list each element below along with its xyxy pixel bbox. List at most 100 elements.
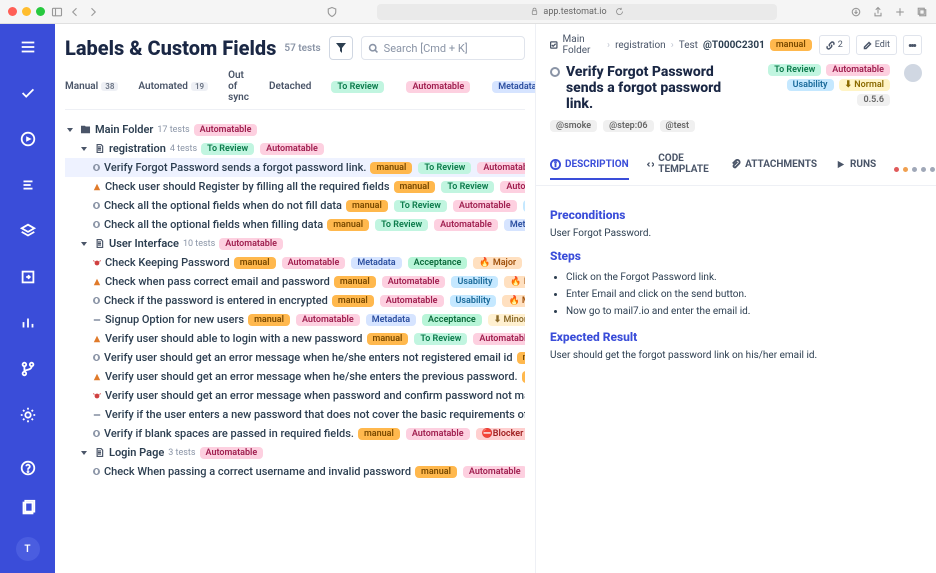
test-row[interactable]: Verify user should get an error message … [65, 367, 525, 386]
tag-pill[interactable]: @test [660, 120, 696, 132]
tag-pill[interactable]: ⬇ Normal [839, 79, 890, 91]
run-dot[interactable] [903, 167, 908, 172]
tree-suite[interactable]: User Interface 10 tests Automatable [65, 234, 525, 253]
test-row[interactable]: Verify Forgot Password sends a forgot pa… [65, 158, 525, 177]
test-row[interactable]: Check Keeping Password manualAutomatable… [65, 253, 525, 272]
tag-pill[interactable]: Automatable [200, 447, 264, 459]
tag-pill[interactable]: Usability [450, 295, 497, 307]
tag-pill[interactable]: Automatable [434, 219, 498, 231]
test-row[interactable]: Check user should Register by filling al… [65, 177, 525, 196]
help-icon[interactable] [17, 457, 39, 479]
tests-icon[interactable] [17, 82, 39, 104]
download-icon[interactable] [850, 6, 862, 18]
caret-icon[interactable] [79, 144, 89, 154]
url-bar[interactable]: app.testomat.io [377, 4, 777, 20]
tag-pill[interactable]: Automatable [826, 64, 890, 76]
tabs-icon[interactable] [916, 6, 928, 18]
tag-pill[interactable]: manual [415, 466, 457, 478]
tag-pill[interactable]: Acceptance [422, 314, 482, 326]
tag-pill[interactable]: manual [370, 162, 412, 174]
window-maximize[interactable] [36, 7, 45, 16]
breadcrumb-item[interactable]: Main Folder [563, 34, 603, 56]
tree-suite[interactable]: registration 4 tests To ReviewAutomatabl… [65, 139, 525, 158]
test-row[interactable]: Verify if blank spaces are passed in req… [65, 424, 525, 443]
assignee-avatar[interactable] [904, 64, 922, 82]
run-dot[interactable] [930, 167, 935, 172]
tag-pill[interactable]: manual [234, 257, 276, 269]
tag-pill[interactable]: Usability [523, 200, 525, 212]
tag-pill[interactable]: To Review [441, 181, 494, 193]
link-count[interactable]: 2 [819, 35, 850, 55]
tag-pill[interactable]: Metadata [351, 257, 401, 269]
sidebar-toggle-icon[interactable] [51, 6, 63, 18]
edit-button[interactable]: Edit [856, 35, 897, 55]
detail-tab-code-template[interactable]: CODE TEMPLATE [647, 153, 712, 185]
tag-pill[interactable]: Acceptance [408, 257, 468, 269]
branch-icon[interactable] [17, 358, 39, 380]
forward-icon[interactable] [87, 6, 99, 18]
tag-pill[interactable]: To Review [418, 162, 471, 174]
tag-pill[interactable]: To Review [414, 333, 467, 345]
test-row[interactable]: Verify user should get an error message … [65, 386, 525, 405]
tag-pill[interactable]: manual [358, 428, 400, 440]
layers-icon[interactable] [17, 220, 39, 242]
tag-pill[interactable]: Automatable [219, 238, 283, 250]
filter-pill[interactable]: To Review [331, 81, 384, 93]
caret-icon[interactable] [79, 448, 89, 458]
tag-pill[interactable]: manual [332, 295, 374, 307]
tag-pill[interactable]: ⛔Blocker [476, 428, 525, 440]
tag-pill[interactable]: @smoke [550, 120, 597, 132]
test-row[interactable]: Verify if the user enters a new password… [65, 405, 525, 424]
tag-pill[interactable]: Automatable [453, 200, 517, 212]
more-button[interactable] [903, 35, 922, 55]
tag-pill[interactable]: To Review [768, 64, 821, 76]
tag-pill[interactable]: ⬇ Minor [488, 314, 525, 326]
run-dot[interactable] [894, 167, 899, 172]
tag-pill[interactable]: Usability [787, 79, 834, 91]
test-row[interactable]: Signup Option for new users manualAutoma… [65, 310, 525, 329]
test-row[interactable]: Verify user should able to login with a … [65, 329, 525, 348]
tag-pill[interactable]: Automatable [477, 162, 525, 174]
test-row[interactable]: Verify user should get an error message … [65, 348, 525, 367]
tag-pill[interactable]: Usability [451, 276, 498, 288]
test-row[interactable]: Check when pass correct email and passwo… [65, 272, 525, 291]
filter-tab[interactable]: Automated19 [138, 81, 208, 92]
filter-pill[interactable]: Metadata [492, 81, 535, 93]
detail-tab-runs[interactable]: RUNS [835, 159, 876, 180]
import-icon[interactable] [17, 266, 39, 288]
tag-pill[interactable]: Metadata [504, 219, 525, 231]
filter-tab[interactable]: Out of sync [228, 70, 249, 103]
filter-tab[interactable]: Detached [269, 81, 311, 92]
list-icon[interactable] [17, 174, 39, 196]
tag-pill[interactable]: manual [517, 352, 525, 364]
tag-pill[interactable]: manual [346, 200, 388, 212]
checkbox-icon[interactable] [550, 40, 558, 50]
run-dot[interactable] [921, 167, 926, 172]
back-icon[interactable] [69, 6, 81, 18]
tag-pill[interactable]: 🔥 Major [504, 276, 525, 288]
tag-pill[interactable]: manual [367, 333, 409, 345]
refresh-icon[interactable] [615, 7, 624, 16]
tag-pill[interactable]: Automatable [406, 428, 470, 440]
runs-icon[interactable] [17, 128, 39, 150]
user-avatar[interactable]: T [16, 537, 40, 561]
share-icon[interactable] [872, 6, 884, 18]
tag-pill[interactable]: Automatable [260, 143, 324, 155]
breadcrumb-item[interactable]: registration [615, 40, 666, 51]
caret-icon[interactable] [65, 125, 75, 135]
menu-icon[interactable] [17, 36, 39, 58]
tree-suite[interactable]: Login Page 3 tests Automatable [65, 443, 525, 462]
tag-pill[interactable]: @step:06 [603, 120, 653, 132]
tag-pill[interactable]: Automatable [296, 314, 360, 326]
tag-pill[interactable]: Automatable [473, 333, 525, 345]
tag-pill[interactable]: 🔥 Major [473, 257, 522, 269]
tag-pill[interactable]: Automatable [500, 181, 525, 193]
window-minimize[interactable] [22, 7, 31, 16]
test-row[interactable]: Check When passing a correct username an… [65, 462, 525, 481]
tag-pill[interactable]: manual [327, 219, 369, 231]
tag-pill[interactable]: Automatable [282, 257, 346, 269]
tag-pill[interactable]: manual [334, 276, 376, 288]
tag-pill[interactable]: Metadata [366, 314, 416, 326]
tag-pill[interactable]: Automatable [463, 466, 525, 478]
close-panel-button[interactable]: [Esc] [535, 64, 538, 100]
